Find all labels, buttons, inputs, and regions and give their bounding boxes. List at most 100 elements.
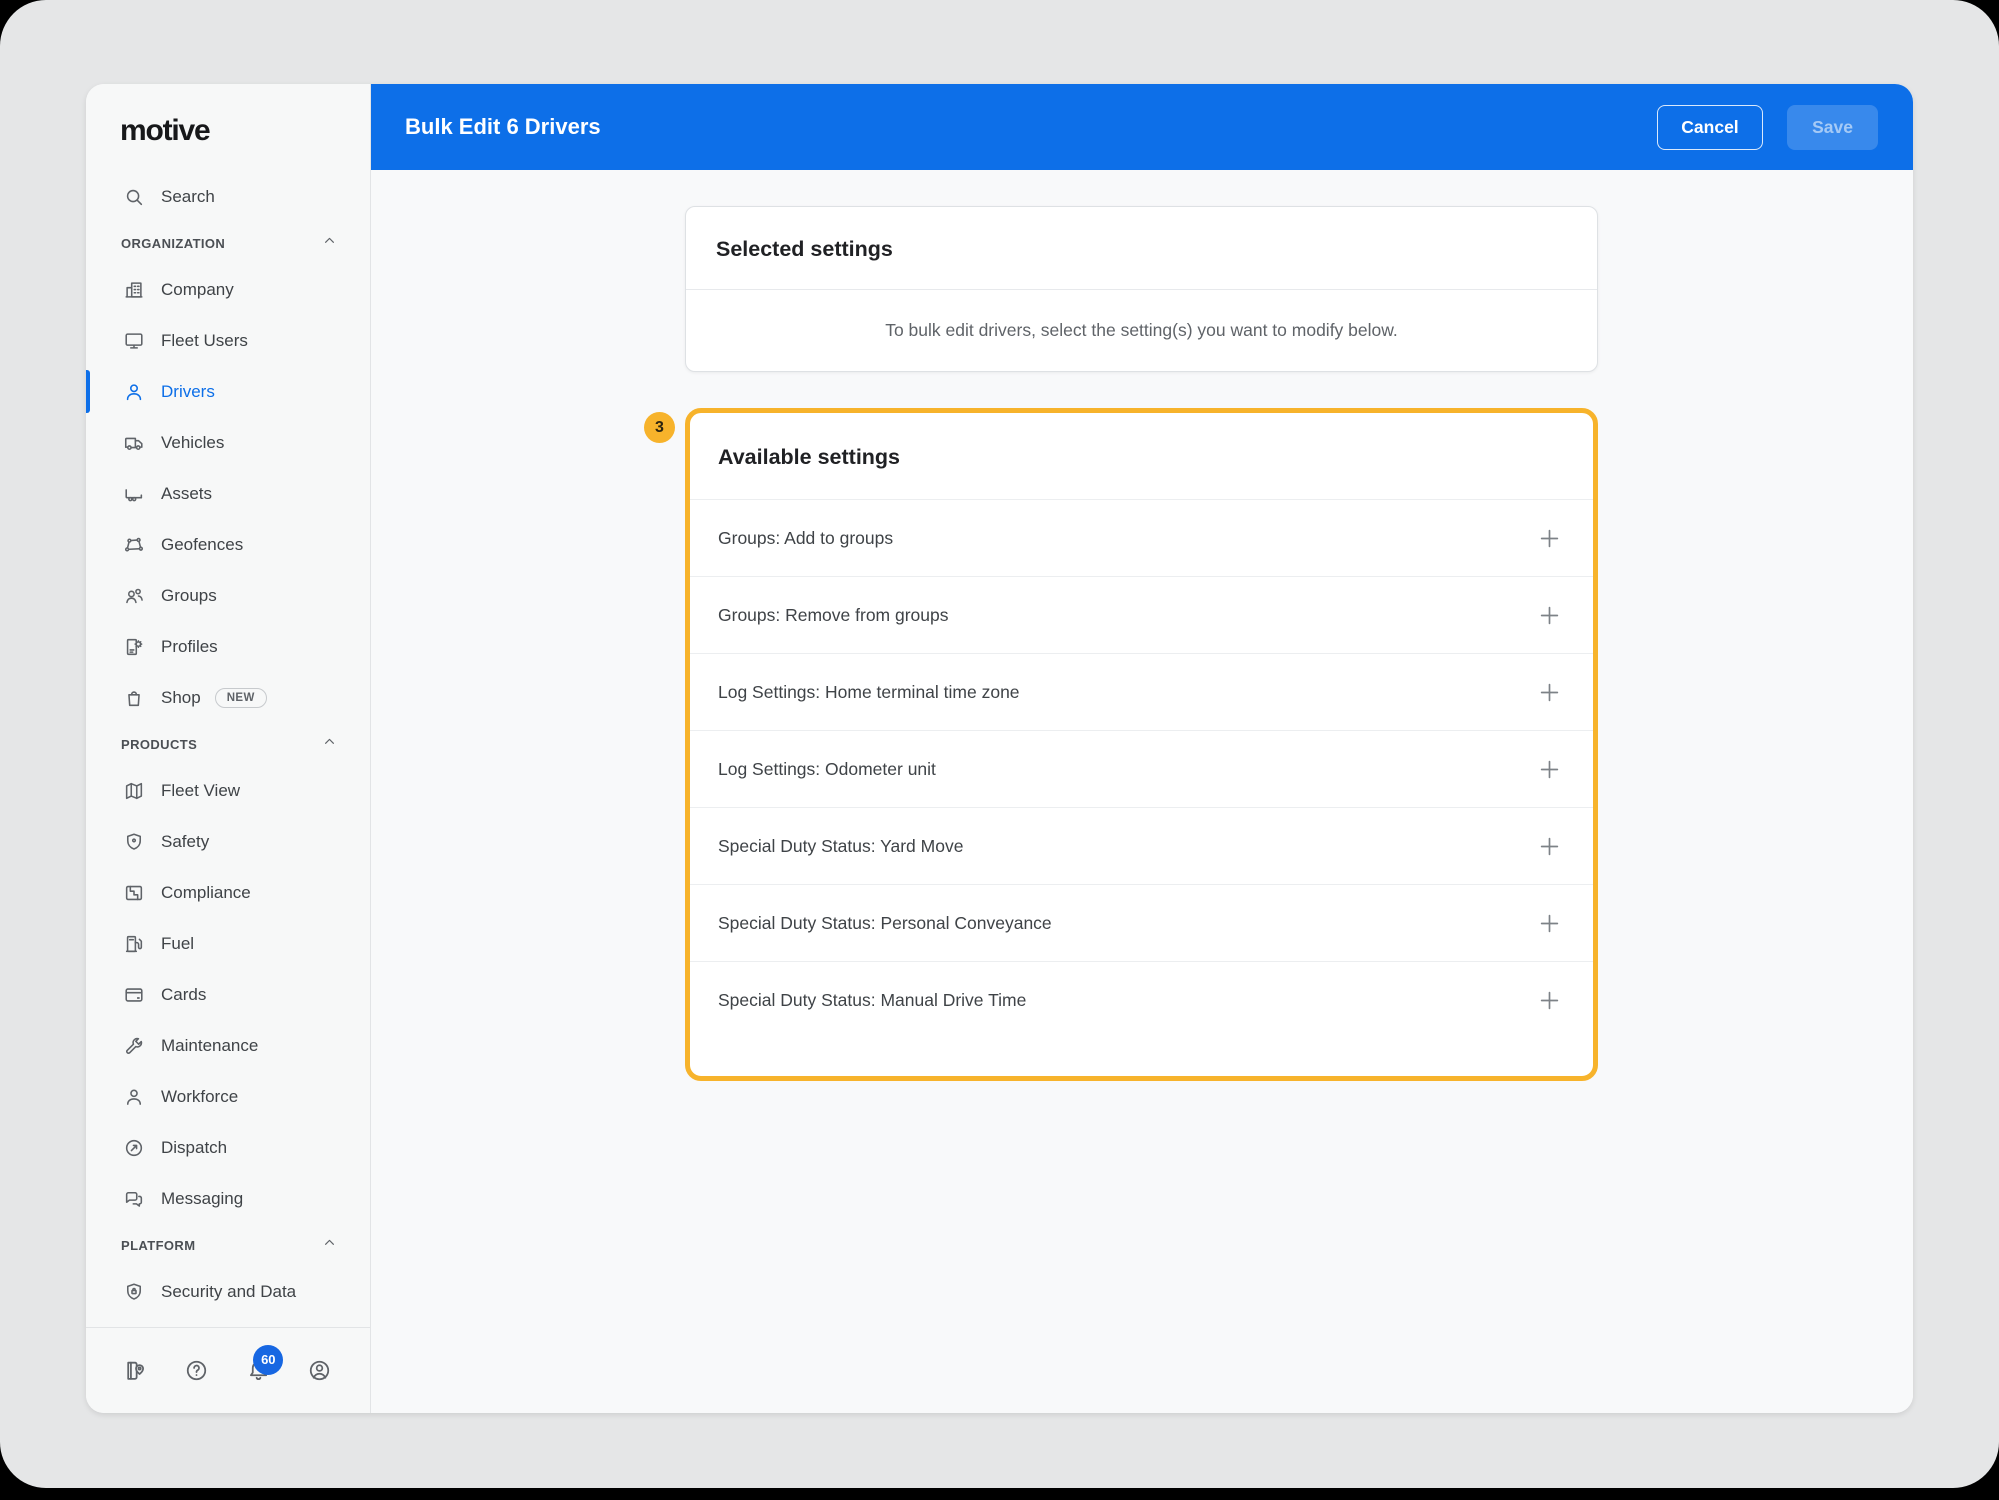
plus-icon[interactable] [1536, 602, 1563, 629]
sidebar-item-label: Shop [161, 688, 201, 708]
sidebar-item-label: Company [161, 280, 234, 300]
sidebar-item-cards[interactable]: Cards [86, 969, 370, 1020]
sidebar-item-messaging[interactable]: Messaging [86, 1173, 370, 1224]
sidebar-section-platform[interactable]: PLATFORM [86, 1224, 370, 1266]
sidebar-item-assets[interactable]: Assets [86, 468, 370, 519]
search-icon [123, 186, 145, 208]
sidebar-item-label: Fuel [161, 934, 194, 954]
notification-count-badge: 60 [253, 1345, 283, 1375]
shield-lock-icon [123, 1281, 145, 1303]
chevron-up-icon [321, 1234, 338, 1256]
sidebar-item-workforce[interactable]: Workforce [86, 1071, 370, 1122]
setting-row-manual-drive-time[interactable]: Special Duty Status: Manual Drive Time [690, 961, 1593, 1038]
sidebar-item-label: Search [161, 187, 215, 207]
plus-icon[interactable] [1536, 679, 1563, 706]
bulk-edit-hint-text: To bulk edit drivers, select the setting… [885, 320, 1398, 341]
sidebar-item-shop[interactable]: Shop NEW [86, 672, 370, 723]
selected-settings-title: Selected settings [716, 237, 1567, 262]
sidebar-item-search[interactable]: Search [86, 171, 370, 222]
app-window: motive Search ORGANIZATION [86, 84, 1913, 1413]
selected-settings-body: To bulk edit drivers, select the setting… [686, 289, 1597, 371]
cancel-button[interactable]: Cancel [1657, 105, 1762, 150]
sidebar-item-label: Compliance [161, 883, 251, 903]
sidebar-item-label: Fleet View [161, 781, 240, 801]
sidebar-item-maintenance[interactable]: Maintenance [86, 1020, 370, 1071]
motive-logo: motive [120, 114, 210, 147]
active-indicator [86, 370, 90, 413]
setting-label: Log Settings: Home terminal time zone [718, 682, 1020, 703]
setting-row-yard-move[interactable]: Special Duty Status: Yard Move [690, 807, 1593, 884]
compliance-chart-icon [123, 882, 145, 904]
setting-row-odometer-unit[interactable]: Log Settings: Odometer unit [690, 730, 1593, 807]
truck-icon [123, 432, 145, 454]
setting-label: Groups: Add to groups [718, 528, 893, 549]
sidebar-item-security-and-data[interactable]: Security and Data [86, 1266, 370, 1317]
sidebar-section-organization[interactable]: ORGANIZATION [86, 222, 370, 264]
sidebar-item-label: Profiles [161, 637, 218, 657]
sidebar-section-products[interactable]: PRODUCTS [86, 723, 370, 765]
plus-icon[interactable] [1536, 987, 1563, 1014]
plus-icon[interactable] [1536, 756, 1563, 783]
sidebar-item-label: Dispatch [161, 1138, 227, 1158]
shield-icon [123, 831, 145, 853]
account-icon[interactable] [307, 1358, 333, 1384]
profile-settings-icon [123, 636, 145, 658]
available-settings-card: Available settings Groups: Add to groups… [685, 408, 1598, 1081]
driver-person-icon [123, 381, 145, 403]
shopping-bag-icon [123, 687, 145, 709]
setting-label: Special Duty Status: Personal Conveyance [718, 913, 1052, 934]
available-settings-title: Available settings [718, 445, 1565, 470]
setting-label: Groups: Remove from groups [718, 605, 949, 626]
sidebar: motive Search ORGANIZATION [86, 84, 371, 1413]
logbook-icon[interactable] [122, 1358, 148, 1384]
sidebar-item-fuel[interactable]: Fuel [86, 918, 370, 969]
sidebar-item-safety[interactable]: Safety [86, 816, 370, 867]
plus-icon[interactable] [1536, 525, 1563, 552]
notification-bell-icon[interactable]: 60 [245, 1358, 271, 1384]
dispatch-navigation-icon [123, 1137, 145, 1159]
setting-label: Special Duty Status: Yard Move [718, 836, 963, 857]
sidebar-item-label: Security and Data [161, 1282, 296, 1302]
new-badge: NEW [215, 688, 267, 708]
setting-row-personal-conveyance[interactable]: Special Duty Status: Personal Conveyance [690, 884, 1593, 961]
setting-row-groups-add[interactable]: Groups: Add to groups [690, 499, 1593, 576]
plus-icon[interactable] [1536, 910, 1563, 937]
sidebar-item-label: Fleet Users [161, 331, 248, 351]
available-settings-wrap: 3 Available settings Groups: Add to grou… [685, 408, 1598, 1081]
geofence-polygon-icon [123, 534, 145, 556]
sidebar-item-label: Messaging [161, 1189, 243, 1209]
fuel-pump-icon [123, 933, 145, 955]
sidebar-item-dispatch[interactable]: Dispatch [86, 1122, 370, 1173]
setting-row-groups-remove[interactable]: Groups: Remove from groups [690, 576, 1593, 653]
setting-label: Log Settings: Odometer unit [718, 759, 936, 780]
sidebar-item-label: Vehicles [161, 433, 224, 453]
workforce-person-icon [123, 1086, 145, 1108]
sidebar-item-compliance[interactable]: Compliance [86, 867, 370, 918]
chevron-up-icon [321, 232, 338, 254]
sidebar-item-fleet-users[interactable]: Fleet Users [86, 315, 370, 366]
sidebar-item-fleet-view[interactable]: Fleet View [86, 765, 370, 816]
sidebar-item-groups[interactable]: Groups [86, 570, 370, 621]
sidebar-nav: Search ORGANIZATION Company [86, 171, 370, 1317]
logo-row: motive [86, 84, 370, 142]
selected-settings-header: Selected settings [686, 207, 1597, 289]
map-icon [123, 780, 145, 802]
sidebar-item-company[interactable]: Company [86, 264, 370, 315]
sidebar-item-geofences[interactable]: Geofences [86, 519, 370, 570]
setting-row-home-terminal-time-zone[interactable]: Log Settings: Home terminal time zone [690, 653, 1593, 730]
help-icon[interactable] [184, 1358, 210, 1384]
header-actions: Cancel Save [1657, 105, 1878, 150]
company-building-icon [123, 279, 145, 301]
people-group-icon [123, 585, 145, 607]
trailer-icon [123, 483, 145, 505]
page-title: Bulk Edit 6 Drivers [405, 114, 1657, 140]
content-area: Selected settings To bulk edit drivers, … [371, 170, 1913, 1413]
plus-icon[interactable] [1536, 833, 1563, 860]
sidebar-item-label: Safety [161, 832, 209, 852]
sidebar-item-profiles[interactable]: Profiles [86, 621, 370, 672]
step-count-badge: 3 [644, 412, 675, 443]
save-button[interactable]: Save [1787, 105, 1878, 150]
sidebar-item-drivers[interactable]: Drivers [86, 366, 370, 417]
sidebar-item-vehicles[interactable]: Vehicles [86, 417, 370, 468]
monitor-icon [123, 330, 145, 352]
